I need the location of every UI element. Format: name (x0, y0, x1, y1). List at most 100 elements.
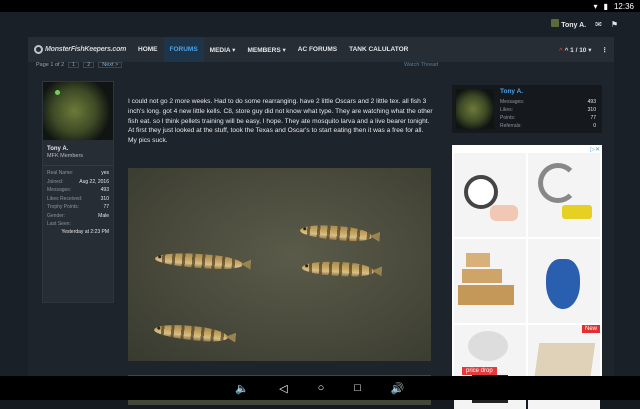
author-avatar[interactable] (43, 82, 113, 140)
wifi-icon: ▾ (593, 1, 598, 11)
stat-key: Likes: (500, 107, 514, 113)
fish-shape (299, 222, 373, 244)
author-name[interactable]: Tony A. (43, 140, 113, 152)
ad-product-image (490, 205, 518, 221)
stat-key: Points: (500, 115, 516, 121)
online-indicator (55, 90, 60, 95)
ad-product-image (546, 259, 580, 309)
nav-tabs: HOME FORUMS MEDIA ▾ MEMBERS ▾ AC FORUMS … (132, 37, 414, 62)
user-avatar-mini (551, 19, 560, 27)
ad-product-image (466, 253, 490, 267)
fish-stripes (299, 222, 373, 244)
author-stat-row: Gender: Male (47, 212, 109, 221)
fish-shape (153, 322, 229, 344)
ad-product-image (538, 163, 578, 203)
logo-gear-icon (34, 45, 43, 54)
thread-content: Page 1 of 2 1 2 Next > Watch Thread Tony… (28, 62, 614, 409)
status-time: 12:36 (613, 1, 634, 11)
status-bar: ▾ ▮ 12:36 (0, 0, 640, 12)
adchoices-icon[interactable]: ▷✕ (590, 146, 600, 153)
sidebar-stat-row: Points: 77 (500, 114, 596, 122)
stat-key: Referrals: (500, 123, 522, 129)
pager-control[interactable]: ^ ^ 1 / 10 ▾ (559, 46, 592, 54)
sidebar-stat-row: Likes: 310 (500, 106, 596, 114)
battery-icon: ▮ (603, 1, 608, 11)
ad-product-pet-sling[interactable] (528, 239, 600, 323)
ad-product-image (464, 175, 498, 209)
price-drop-badge: price drop (462, 367, 497, 375)
ad-product-image (562, 205, 592, 219)
fish-shape (154, 250, 244, 272)
fish-stripes (154, 250, 244, 272)
stat-value: Aug 22, 2016 (79, 178, 109, 185)
ad-product-pet-stairs[interactable] (454, 239, 526, 323)
author-stats: Real Name: yes Joined: Aug 22, 2016 Messag… (43, 166, 113, 240)
ad-product-timer[interactable] (454, 153, 526, 237)
page-label: Page 1 of 2 (36, 62, 65, 68)
ad-banner[interactable]: ▷✕ price drop New (452, 145, 602, 409)
stat-value: 310 (587, 107, 596, 113)
browser-page: Tony A. ✉ ⚑ MonsterFishKeepers.com HOME … (0, 12, 640, 409)
author-stat-row: Real Name: yes (47, 169, 109, 178)
envelope-icon[interactable]: ✉ (595, 20, 602, 29)
nav-home[interactable]: HOME (132, 37, 164, 62)
main-nav: MonsterFishKeepers.com HOME FORUMS MEDIA… (28, 37, 614, 62)
stat-key: Real Name: (47, 170, 74, 177)
stat-key: Gender: (47, 212, 66, 219)
fish-stripes (153, 322, 229, 344)
flag-icon[interactable]: ⚑ (611, 20, 618, 29)
ad-product-image (468, 331, 508, 361)
author-card: Tony A. MFK Members Real Name: yes Joined… (42, 81, 114, 303)
author-stat-row: Joined: Aug 22, 2016 (47, 178, 109, 187)
nav-forums[interactable]: FORUMS (163, 37, 204, 62)
user-bar: Tony A. ✉ ⚑ (0, 12, 640, 36)
stat-value: 493 (587, 99, 596, 105)
stat-key: Messages: (500, 99, 525, 105)
stat-value: yes (101, 170, 109, 177)
sidebar-username[interactable]: Tony A. (500, 88, 523, 95)
stat-value: 77 (590, 115, 596, 121)
home-icon[interactable]: ○ (318, 382, 325, 394)
page-nav-row: Page 1 of 2 1 2 Next > (36, 62, 436, 72)
post-body: I could not go 2 more weeks. Had to do s… (128, 98, 433, 145)
stat-value: 493 (100, 187, 109, 194)
sidebar-stat-row: Referrals: 0 (500, 122, 596, 130)
next-page-button[interactable]: Next > (98, 62, 123, 68)
stat-key: Likes Received: (47, 195, 83, 202)
sidebar-avatar[interactable] (456, 89, 494, 129)
new-badge: New (581, 325, 600, 333)
back-icon[interactable]: ◁ (279, 382, 287, 395)
logo-text: MonsterFishKeepers.com (45, 46, 127, 53)
stat-value: 77 (103, 204, 109, 211)
author-stat-row: Last Seen: (47, 220, 109, 229)
post-pager: ^ ^ 1 / 10 ▾ ⋮ (559, 46, 614, 54)
nav-tank-calculator[interactable]: TANK CALULATOR (343, 37, 414, 62)
nav-ac-forums[interactable]: AC FORUMS (292, 37, 343, 62)
nav-media[interactable]: MEDIA ▾ (204, 37, 242, 62)
sidebar-user-card: Tony A. Messages: 493 Likes: 310 Points: 77… (452, 85, 602, 133)
author-role: MFK Members (43, 152, 113, 166)
android-nav-bar: 🔈 ◁ ○ □ 🔊 (0, 376, 640, 400)
ad-product-grooming-hose[interactable] (528, 153, 600, 237)
page-link-1[interactable]: 1 (68, 62, 80, 68)
author-stat-row: Likes Received: 310 (47, 195, 109, 204)
fish-shape (301, 260, 375, 278)
volume-down-icon[interactable]: 🔈 (235, 382, 249, 395)
pager-text: ^ 1 / 10 ▾ (564, 46, 592, 54)
author-stat-row: Trophy Points: 77 (47, 203, 109, 212)
stat-key: Messages: (47, 187, 72, 194)
page-link-2[interactable]: 2 (83, 62, 95, 68)
user-menu[interactable]: Tony A. (551, 19, 586, 29)
ad-product-image (458, 285, 514, 305)
nav-members[interactable]: MEMBERS ▾ (241, 37, 291, 62)
last-seen-value: Yesterday at 2:23 PM (61, 228, 109, 235)
recents-icon[interactable]: □ (354, 382, 361, 394)
stat-value: 310 (100, 195, 109, 202)
more-icon[interactable]: ⋮ (602, 46, 609, 54)
post-photo-fish-tank[interactable] (128, 168, 431, 361)
sidebar-stats: Messages: 493 Likes: 310 Points: 77 Referra… (500, 98, 596, 130)
site-logo[interactable]: MonsterFishKeepers.com (28, 37, 132, 62)
watch-thread-link[interactable]: Watch Thread (404, 62, 438, 68)
volume-up-icon[interactable]: 🔊 (391, 382, 405, 395)
stat-value: Male (98, 212, 109, 219)
